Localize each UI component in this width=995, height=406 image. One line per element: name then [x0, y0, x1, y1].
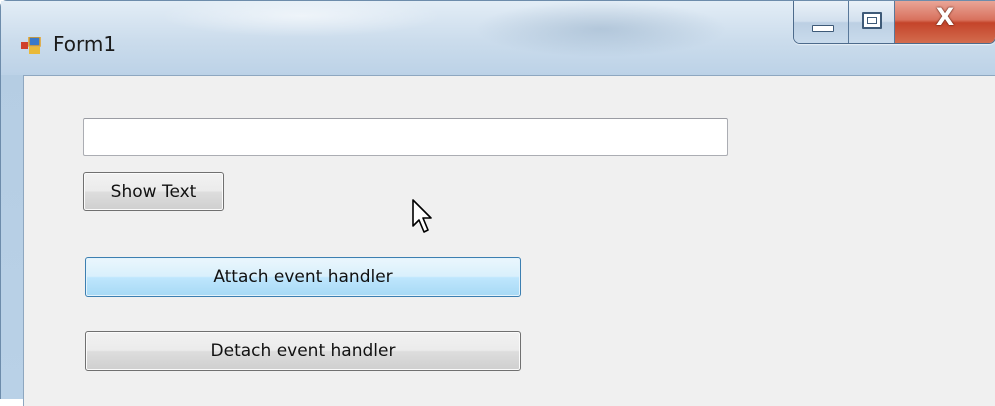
attach-event-handler-button[interactable]: Attach event handler — [85, 257, 521, 297]
form1-window: Form1 X Show Text Attach event handler D… — [0, 0, 995, 406]
maximize-icon — [862, 12, 882, 29]
close-button[interactable]: X — [895, 1, 995, 43]
maximize-button[interactable] — [849, 1, 895, 43]
text-input[interactable] — [83, 118, 728, 156]
detach-event-handler-button[interactable]: Detach event handler — [85, 331, 521, 371]
title-bar[interactable]: Form1 X — [1, 1, 995, 75]
window-title: Form1 — [53, 32, 117, 56]
minimize-button[interactable] — [794, 1, 849, 43]
app-icon — [21, 37, 41, 54]
minimize-icon — [812, 25, 834, 32]
show-text-button[interactable]: Show Text — [83, 172, 224, 211]
caption-buttons: X — [793, 1, 995, 44]
form-client-area: Show Text Attach event handler Detach ev… — [23, 75, 995, 406]
mouse-cursor-icon — [412, 199, 432, 233]
close-icon: X — [935, 3, 955, 31]
